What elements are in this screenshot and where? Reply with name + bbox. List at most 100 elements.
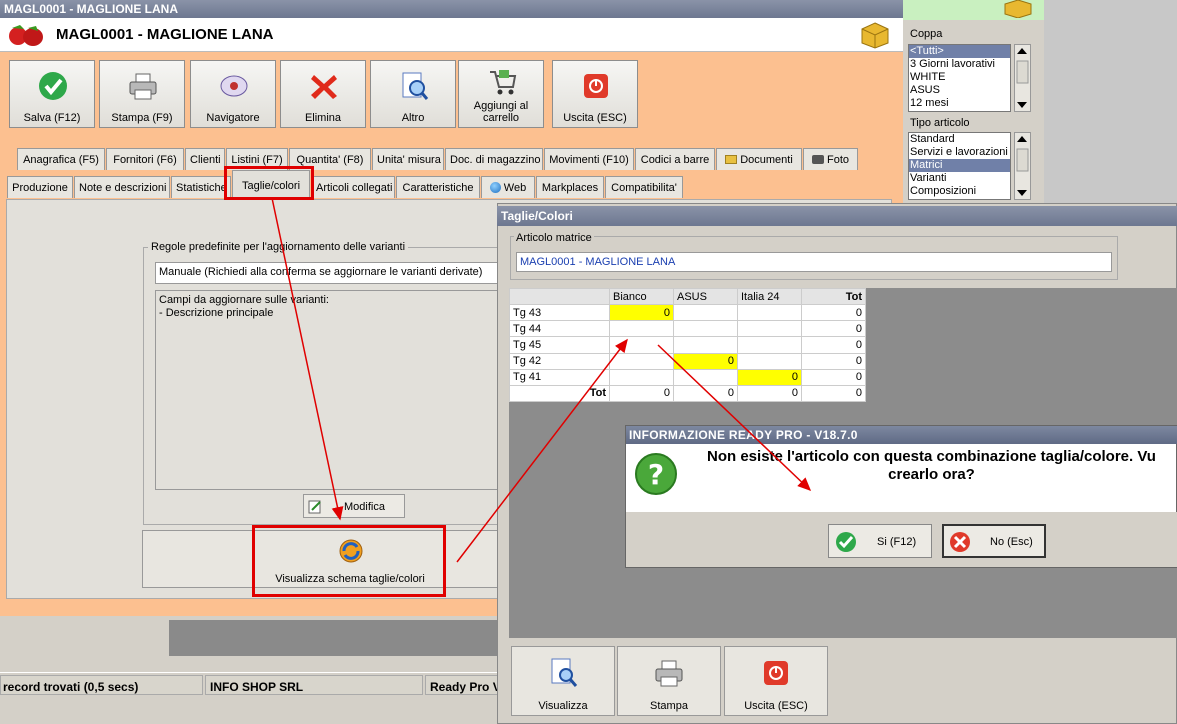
tab-doc-magazzino[interactable]: Doc. di magazzino — [445, 148, 543, 170]
yes-button[interactable]: Si (F12) — [828, 524, 932, 558]
grid-cell[interactable] — [737, 320, 802, 338]
view-button-label: Visualizza — [538, 700, 588, 712]
list-item[interactable]: <Tutti> — [909, 45, 1010, 58]
tab-unita-misura[interactable]: Unita' misura — [372, 148, 444, 170]
grid-cell[interactable]: 0 — [609, 304, 674, 322]
coppa-list[interactable]: <Tutti> 3 Giorni lavorativi WHITE ASUS 1… — [908, 44, 1011, 112]
column-total: 0 — [673, 384, 738, 403]
add-to-cart-button[interactable]: Aggiungi al carrello — [458, 60, 544, 128]
tab-markplaces[interactable]: Markplaces — [536, 176, 604, 198]
tipo-articolo-scrollbar[interactable] — [1014, 132, 1031, 200]
list-item[interactable]: Composizioni — [909, 185, 1010, 198]
print-button[interactable]: Stampa (F9) — [99, 60, 185, 128]
view-doc-icon — [551, 658, 578, 687]
grid-cell[interactable] — [737, 336, 802, 354]
globe-icon — [489, 182, 501, 193]
tab-label: Web — [503, 182, 527, 194]
grid-cell[interactable] — [609, 368, 674, 386]
coppa-scrollbar[interactable] — [1014, 44, 1031, 112]
exit-icon — [584, 74, 608, 98]
grid-cell[interactable] — [673, 336, 738, 354]
view-button[interactable]: Visualizza — [511, 646, 615, 716]
grid-cell[interactable] — [737, 352, 802, 370]
printer-icon — [129, 73, 157, 100]
tab-compatibilita[interactable]: Compatibilita' — [605, 176, 683, 198]
edit-button[interactable]: Modifica — [303, 494, 405, 518]
column-total: 0 — [737, 384, 802, 403]
grid-header-cell: Tot — [801, 287, 866, 306]
list-item[interactable]: Standard — [909, 133, 1010, 146]
tab-anagrafica[interactable]: Anagrafica (F5) — [17, 148, 105, 170]
save-button[interactable]: Salva (F12) — [9, 60, 95, 128]
no-button[interactable]: No (Esc) — [942, 524, 1046, 558]
camera-icon — [811, 155, 824, 164]
tab-label: Unita' misura — [377, 154, 441, 166]
tab-label: Foto — [826, 154, 849, 166]
list-item[interactable]: 12 mesi — [909, 97, 1010, 110]
grid-header-cell: Italia 24 — [737, 287, 802, 306]
list-item[interactable]: Servizi e lavorazioni — [909, 146, 1010, 159]
dialog-message: Non esiste l'articolo con questa combina… — [707, 448, 1156, 483]
tab-label: Articoli collegati — [316, 182, 393, 194]
exit-grid-button[interactable]: Uscita (ESC) — [724, 646, 828, 716]
tab-codici-barre[interactable]: Codici a barre — [635, 148, 715, 170]
dialog-title: INFORMAZIONE READY PRO - V18.7.0 — [626, 426, 1177, 444]
tab-note-descrizioni[interactable]: Note e descrizioni — [74, 176, 170, 198]
grid-cell[interactable] — [609, 320, 674, 338]
grid-cell[interactable] — [609, 336, 674, 354]
delete-button[interactable]: Elimina — [280, 60, 366, 128]
tab-articoli-collegati[interactable]: Articoli collegati — [311, 176, 395, 198]
save-button-label: Salva (F12) — [23, 112, 81, 124]
grid-header-cell — [509, 287, 610, 306]
grid-cell[interactable]: 0 — [673, 352, 738, 370]
grand-total: 0 — [801, 384, 866, 403]
strawberry-logo-icon — [9, 25, 43, 46]
list-item[interactable]: Matrici — [909, 159, 1010, 172]
status-records: record trovati (0,5 secs) — [0, 675, 203, 695]
tab-statistiche[interactable]: Statistiche — [171, 176, 231, 198]
grid-cell[interactable] — [609, 352, 674, 370]
grid-cell[interactable]: 0 — [737, 368, 802, 386]
tab-produzione[interactable]: Produzione — [7, 176, 73, 198]
tab-fornitori[interactable]: Fornitori (F6) — [106, 148, 184, 170]
navigator-button[interactable]: Navigatore — [190, 60, 276, 128]
matrix-article-field[interactable]: MAGL0001 - MAGLIONE LANA — [516, 252, 1112, 272]
exit-button[interactable]: Uscita (ESC) — [552, 60, 638, 128]
exit-button-label: Uscita (ESC) — [563, 112, 627, 124]
row-label: Tg 42 — [509, 352, 610, 370]
row-label: Tg 41 — [509, 368, 610, 386]
list-item[interactable]: WHITE — [909, 71, 1010, 84]
grid-cell[interactable] — [673, 304, 738, 322]
tab-web[interactable]: Web — [481, 176, 535, 198]
tab-foto[interactable]: Foto — [803, 148, 858, 170]
more-button[interactable]: Altro — [370, 60, 456, 128]
exit-grid-button-label: Uscita (ESC) — [744, 700, 808, 712]
add-to-cart-button-label: Aggiungi al carrello — [473, 100, 529, 124]
delete-x-icon — [311, 75, 337, 99]
print-grid-button[interactable]: Stampa — [617, 646, 721, 716]
delete-button-label: Elimina — [304, 112, 342, 124]
tab-clienti[interactable]: Clienti — [185, 148, 225, 170]
grid-cell[interactable] — [673, 368, 738, 386]
tab-documenti[interactable]: Documenti — [716, 148, 802, 170]
article-header: MAGL0001 - MAGLIONE LANA — [0, 18, 903, 52]
tab-label: Markplaces — [541, 182, 599, 194]
table-row: Tg 43 0 0 — [509, 304, 866, 322]
box-cube-small-icon — [1004, 0, 1032, 18]
row-total: 0 — [801, 336, 866, 354]
update-mode-select[interactable]: Manuale (Richiedi alla conferma se aggio… — [155, 262, 500, 284]
size-color-grid[interactable]: Bianco ASUS Italia 24 Tot Tg 43 0 0 Tg 4… — [509, 287, 866, 403]
grid-cell[interactable] — [673, 320, 738, 338]
tab-label: Fornitori (F6) — [113, 154, 177, 166]
tab-caratteristiche[interactable]: Caratteristiche — [396, 176, 480, 198]
tipo-articolo-list[interactable]: Standard Servizi e lavorazioni Matrici V… — [908, 132, 1011, 200]
list-item[interactable]: 3 Giorni lavorativi — [909, 58, 1010, 71]
grid-cell[interactable] — [737, 304, 802, 322]
fields-to-update-memo[interactable]: Campi da aggiornare sulle varianti: - De… — [155, 290, 500, 490]
navigator-button-label: Navigatore — [206, 112, 260, 124]
list-item[interactable]: Varianti — [909, 172, 1010, 185]
list-item[interactable]: ASUS — [909, 84, 1010, 97]
cancel-x-icon — [950, 532, 970, 552]
row-label: Tg 43 — [509, 304, 610, 322]
tab-movimenti[interactable]: Movimenti (F10) — [544, 148, 634, 170]
